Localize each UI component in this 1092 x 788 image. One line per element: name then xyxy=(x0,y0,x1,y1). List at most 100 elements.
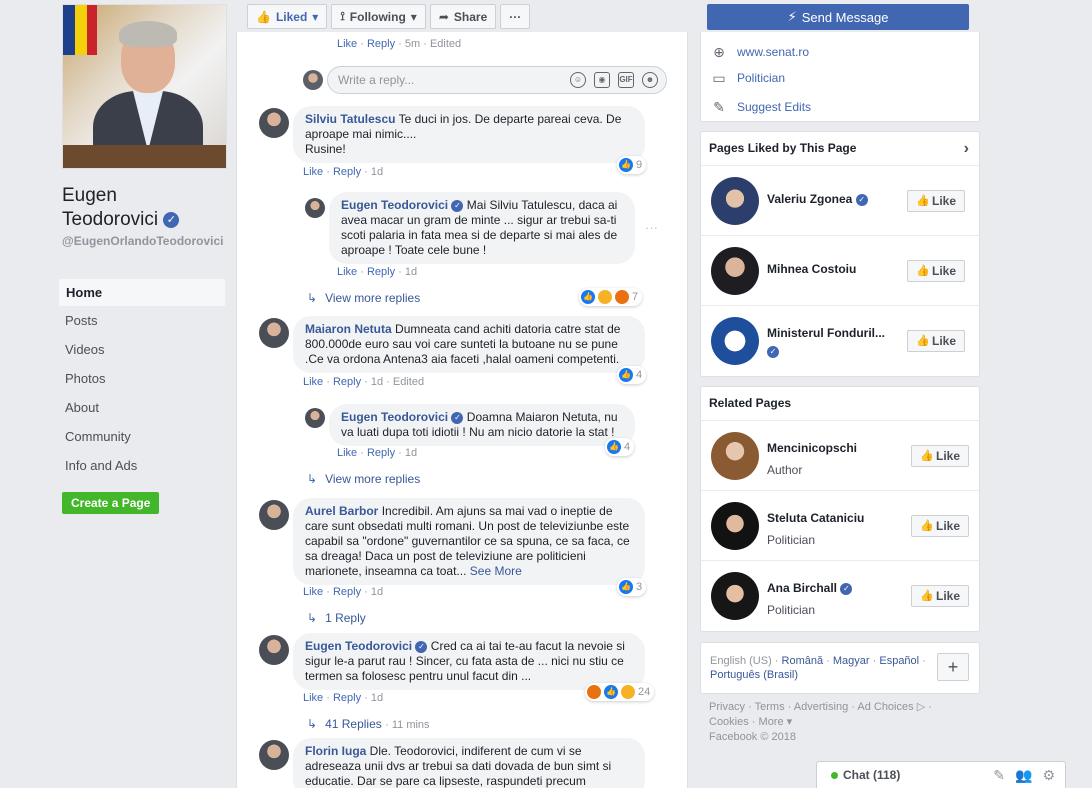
like-page-button[interactable]: 👍 Like xyxy=(906,190,965,212)
add-language-button[interactable]: + xyxy=(937,653,969,681)
page-name[interactable]: Mencinicopschi xyxy=(767,441,889,455)
share-arrow-icon: ➦ xyxy=(438,9,449,24)
page-name[interactable]: Steluta Cataniciu xyxy=(767,511,889,525)
verified-badge-icon: ✓ xyxy=(855,193,868,206)
page-name[interactable]: Mihnea Costoiu xyxy=(767,262,889,276)
page-name[interactable]: Valeriu Zgonea ✓ xyxy=(767,192,889,206)
see-more-link[interactable]: See More xyxy=(470,564,522,578)
reaction-count[interactable]: 👍 9 xyxy=(617,156,647,174)
like-page-button[interactable]: 👍 Like xyxy=(910,515,969,537)
group-icon[interactable]: 👥 xyxy=(1015,767,1032,784)
avatar[interactable] xyxy=(259,500,289,530)
page-name[interactable]: Ana Birchall ✓ xyxy=(767,581,889,595)
website-row[interactable]: ⊕ www.senat.ro xyxy=(711,44,809,60)
view-more-replies-link[interactable]: ↳ View more replies xyxy=(307,472,420,486)
page-name[interactable]: Ministerul Fonduril... xyxy=(767,326,889,340)
following-button[interactable]: ⟟ Following ▾ xyxy=(331,4,426,29)
sticker-icon[interactable]: ☻ xyxy=(642,72,658,88)
nav-about[interactable]: About xyxy=(58,394,226,423)
caret-down-icon: ▾ xyxy=(312,9,319,24)
avatar[interactable] xyxy=(259,635,289,665)
gif-icon[interactable]: GIF xyxy=(618,72,634,88)
compose-icon[interactable]: ✎ xyxy=(993,767,1005,784)
language-link[interactable]: Magyar xyxy=(833,655,870,667)
language-link[interactable]: Română xyxy=(782,655,824,667)
comment-meta: Like · Reply · 1d xyxy=(303,166,384,178)
view-more-replies-link[interactable]: ↳ View more replies xyxy=(307,291,420,305)
gear-icon[interactable]: ⚙ xyxy=(1042,767,1055,784)
avatar[interactable] xyxy=(711,247,759,295)
ministry-seal-logo[interactable] xyxy=(711,317,759,365)
chat-bar[interactable]: Chat (118) ✎ 👥 ⚙ xyxy=(816,761,1066,788)
comment-author[interactable]: Aurel Barbor xyxy=(305,504,378,518)
reaction-count[interactable]: 👍 3 xyxy=(617,578,647,596)
create-page-button[interactable]: Create a Page xyxy=(62,492,160,514)
page-title[interactable]: Eugen Teodorovici ✓ xyxy=(62,184,232,232)
avatar[interactable] xyxy=(711,502,759,550)
chevron-right-icon[interactable]: › xyxy=(964,132,969,165)
nav-videos[interactable]: Videos xyxy=(58,336,226,365)
language-link[interactable]: Português (Brasil) xyxy=(710,669,798,681)
reply-arrow-icon: ↳ xyxy=(307,611,318,625)
avatar[interactable] xyxy=(259,740,289,770)
replies-link[interactable]: ↳ 1 Reply xyxy=(307,611,366,625)
language-link[interactable]: Español xyxy=(879,655,919,667)
like-page-button[interactable]: 👍 Like xyxy=(910,585,969,607)
suggest-edits-row[interactable]: ✎ Suggest Edits xyxy=(711,99,811,115)
like-page-button[interactable]: 👍 Like xyxy=(906,260,965,282)
nav-photos[interactable]: Photos xyxy=(58,365,226,394)
camera-icon[interactable]: ◉ xyxy=(594,72,610,88)
caret-down-icon: ▾ xyxy=(786,716,793,728)
nav-community[interactable]: Community xyxy=(58,423,226,452)
comment-author[interactable]: Eugen Teodorovici xyxy=(341,198,448,212)
nav-home[interactable]: Home xyxy=(58,278,226,307)
avatar[interactable] xyxy=(305,408,325,428)
send-message-button[interactable]: ⚡ Send Message xyxy=(707,4,969,30)
reply-arrow-icon: ↳ xyxy=(307,291,318,305)
avatar[interactable] xyxy=(711,572,759,620)
comment-author[interactable]: Maiaron Netuta xyxy=(305,322,392,336)
reply-input[interactable]: Write a reply... ☺ ◉ GIF ☻ xyxy=(327,66,667,94)
reaction-count[interactable]: 👍 4 xyxy=(617,366,647,384)
avatar xyxy=(303,70,323,90)
page-category: Politician xyxy=(767,603,816,617)
reaction-count[interactable]: 👍 24 xyxy=(585,683,655,701)
like-reaction-icon: 👍 xyxy=(581,290,595,304)
avatar[interactable] xyxy=(711,432,759,480)
page-handle[interactable]: @EugenOrlandoTeodorovici xyxy=(62,234,227,249)
avatar[interactable] xyxy=(711,177,759,225)
comment-author[interactable]: Silviu Tatulescu xyxy=(305,112,395,126)
nav-posts[interactable]: Posts xyxy=(58,307,226,336)
verified-badge-icon: ✓ xyxy=(415,640,428,653)
reaction-count[interactable]: 👍 4 xyxy=(605,438,635,456)
thumbs-up-icon: 👍 xyxy=(915,195,930,207)
like-reaction-icon: 👍 xyxy=(604,685,618,699)
comment-bubble: Maiaron Netuta Dumneata cand achiti dato… xyxy=(293,316,645,373)
comment-author[interactable]: Eugen Teodorovici xyxy=(341,410,448,424)
comment-bubble: Aurel Barbor Incredibil. Am ajuns sa mai… xyxy=(293,498,645,585)
avatar[interactable] xyxy=(259,318,289,348)
comment: Aurel Barbor Incredibil. Am ajuns sa mai… xyxy=(259,498,679,608)
rss-icon: ⟟ xyxy=(340,9,345,23)
share-button[interactable]: ➦ Share xyxy=(429,4,497,29)
emoji-icon[interactable]: ☺ xyxy=(570,72,586,88)
current-language: English (US) xyxy=(710,655,772,667)
reaction-count[interactable]: 👍 7 xyxy=(579,288,643,306)
more-options-icon[interactable]: ··· xyxy=(645,220,658,235)
replies-link[interactable]: ↳ 41 Replies · 11 mins xyxy=(307,717,430,731)
pages-liked-card: Pages Liked by This Page › Valeriu Zgone… xyxy=(700,131,980,377)
pages-liked-header[interactable]: Pages Liked by This Page › xyxy=(701,132,979,166)
avatar[interactable] xyxy=(259,108,289,138)
category-row[interactable]: ▭ Politician xyxy=(711,70,785,86)
comment-author[interactable]: Eugen Teodorovici xyxy=(305,639,412,653)
more-options-button[interactable]: ··· xyxy=(500,4,531,29)
like-reaction-icon: 👍 xyxy=(619,368,633,382)
comment-bubble: Eugen Teodorovici ✓ Mai Silviu Tatulescu… xyxy=(329,192,635,264)
like-page-button[interactable]: 👍 Like xyxy=(910,445,969,467)
profile-photo[interactable] xyxy=(62,4,227,169)
avatar[interactable] xyxy=(305,198,325,218)
like-page-button[interactable]: 👍 Like xyxy=(906,330,965,352)
comment-author[interactable]: Florin Iuga xyxy=(305,744,366,758)
liked-button[interactable]: 👍 Liked ▾ xyxy=(247,4,328,29)
nav-info-and-ads[interactable]: Info and Ads xyxy=(58,452,226,481)
